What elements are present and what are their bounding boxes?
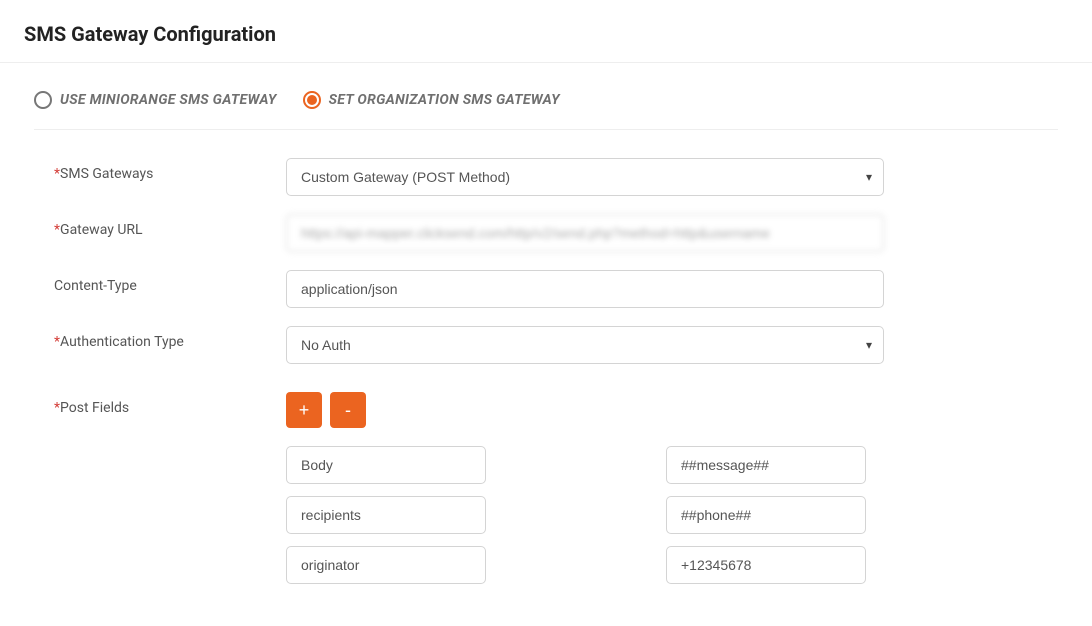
radio-miniorange-gateway[interactable]: USE MINIORANGE SMS GATEWAY <box>34 91 277 109</box>
radio-label: SET ORGANIZATION SMS GATEWAY <box>329 92 560 108</box>
post-field-value-input[interactable] <box>666 446 866 484</box>
post-field-key-input[interactable] <box>286 446 486 484</box>
radio-selected-icon <box>303 91 321 109</box>
form-row-sms-gateways: *SMS Gateways Custom Gateway (POST Metho… <box>34 158 1058 196</box>
content-type-input[interactable] <box>286 270 884 308</box>
radio-label: USE MINIORANGE SMS GATEWAY <box>60 92 277 108</box>
label-text: Gateway URL <box>60 222 143 238</box>
label-sms-gateways: *SMS Gateways <box>34 158 286 182</box>
divider <box>34 129 1058 130</box>
gateway-url-input[interactable] <box>286 214 884 252</box>
auth-type-select[interactable]: No Auth <box>286 326 884 364</box>
form-row-auth-type: *Authentication Type No Auth ▾ <box>34 326 1058 364</box>
form-row-post-fields: *Post Fields + - <box>34 392 1058 584</box>
remove-field-button[interactable]: - <box>330 392 366 428</box>
key-column <box>286 446 486 584</box>
post-fields-button-row: + - <box>286 392 884 428</box>
page-title: SMS Gateway Configuration <box>0 0 1092 63</box>
label-text: Content-Type <box>54 278 137 294</box>
post-field-key-input[interactable] <box>286 496 486 534</box>
add-field-button[interactable]: + <box>286 392 322 428</box>
label-text: Post Fields <box>60 400 129 416</box>
sms-gateways-select[interactable]: Custom Gateway (POST Method) <box>286 158 884 196</box>
label-gateway-url: *Gateway URL <box>34 214 286 238</box>
label-post-fields: *Post Fields <box>34 392 286 416</box>
radio-organization-gateway[interactable]: SET ORGANIZATION SMS GATEWAY <box>303 91 560 109</box>
label-text: Authentication Type <box>60 334 184 350</box>
radio-dot-icon <box>307 95 317 105</box>
label-text: SMS Gateways <box>60 166 153 182</box>
form-row-gateway-url: *Gateway URL <box>34 214 1058 252</box>
label-content-type: Content-Type <box>34 270 286 294</box>
content-area: USE MINIORANGE SMS GATEWAY SET ORGANIZAT… <box>0 63 1092 626</box>
radio-unselected-icon <box>34 91 52 109</box>
value-column <box>666 446 866 584</box>
form-row-content-type: Content-Type <box>34 270 1058 308</box>
post-field-value-input[interactable] <box>666 546 866 584</box>
post-field-value-input[interactable] <box>666 496 866 534</box>
post-field-key-input[interactable] <box>286 546 486 584</box>
gateway-mode-radio-row: USE MINIORANGE SMS GATEWAY SET ORGANIZAT… <box>34 91 1058 109</box>
post-fields-pairs <box>286 446 884 584</box>
label-auth-type: *Authentication Type <box>34 326 286 350</box>
